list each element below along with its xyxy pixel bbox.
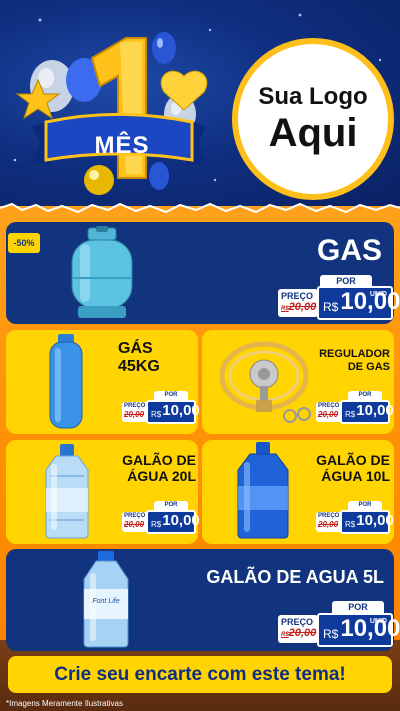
gas-regulator-icon	[219, 341, 311, 423]
badge-label: MÊS	[94, 132, 150, 159]
product-title: GAS	[316, 234, 382, 267]
product-title: REGULADOR DE GAS	[319, 348, 390, 373]
product-card-gas: GAS POR PREÇO R$20,00 R$ 10,00 UNID -50%	[6, 222, 400, 324]
price-box: R$ 10,00	[146, 510, 200, 534]
logo-line1: Sua Logo	[258, 83, 368, 110]
price-value: 10,00	[162, 512, 200, 529]
por-label: POR	[348, 501, 382, 510]
old-price: R$20,00	[281, 301, 317, 313]
por-label: POR	[332, 601, 384, 613]
product-title: GALÃO DE ÁGUA 10L	[316, 452, 390, 485]
bottle-label: Font Life	[92, 598, 120, 605]
discount-tag: -50%	[8, 233, 40, 253]
por-label: POR	[154, 501, 188, 510]
price-box: R$ 10,00	[340, 510, 394, 534]
product-title: GALÃO DE ÁGUA 20L	[122, 452, 196, 485]
anniversary-badge: MÊS	[14, 28, 224, 198]
price-box: R$ 10,00	[146, 400, 200, 424]
price-value: 10,00	[356, 402, 394, 419]
product-card-gas-45kg: GÁS 45KG POR PREÇO 20,00 R$ 10,00	[6, 330, 200, 434]
product-card-regulador: REGULADOR DE GAS POR PREÇO 20,00 R$ 10,0…	[202, 330, 394, 434]
gas-cylinder-icon	[71, 226, 133, 318]
product-card-galao-5l: Font Life GALÃO DE AGUA 5L POR PREÇO R$2…	[6, 549, 400, 651]
por-label: POR	[348, 391, 382, 400]
cta-banner: Crie seu encarte com este tema!	[8, 656, 392, 693]
price-box: R$ 10,00 UNID	[317, 613, 400, 647]
tall-gas-cylinder-icon	[49, 334, 83, 429]
old-price: R$20,00	[281, 627, 317, 639]
product-title: GALÃO DE AGUA 5L	[206, 567, 384, 587]
water-jug-10l-icon	[237, 442, 289, 539]
price-box: R$ 10,00	[340, 400, 394, 424]
logo-placeholder: Sua Logo Aqui	[232, 38, 394, 200]
water-jug-20l-icon	[45, 444, 89, 539]
cta-text: Crie seu encarte com este tema!	[54, 663, 346, 685]
product-card-galao-20l: GALÃO DE ÁGUA 20L POR PREÇO 20,00 R$ 10,…	[6, 440, 200, 544]
product-card-galao-10l: GALÃO DE ÁGUA 10L POR PREÇO 20,00 R$ 10,…	[202, 440, 394, 544]
product-title: GÁS 45KG	[118, 340, 160, 376]
price-box: R$ 10,00 UNID	[317, 286, 400, 320]
price-value: 10,00	[162, 402, 200, 419]
price-value: 10,00	[356, 512, 394, 529]
disclaimer: *Imagens Meramente Ilustrativas	[6, 699, 123, 708]
logo-line2: Aqui	[268, 111, 358, 155]
preco-label: PREÇO R$20,00	[278, 289, 318, 317]
por-label: POR	[154, 391, 188, 400]
preco-label: PREÇO R$20,00	[278, 615, 318, 643]
